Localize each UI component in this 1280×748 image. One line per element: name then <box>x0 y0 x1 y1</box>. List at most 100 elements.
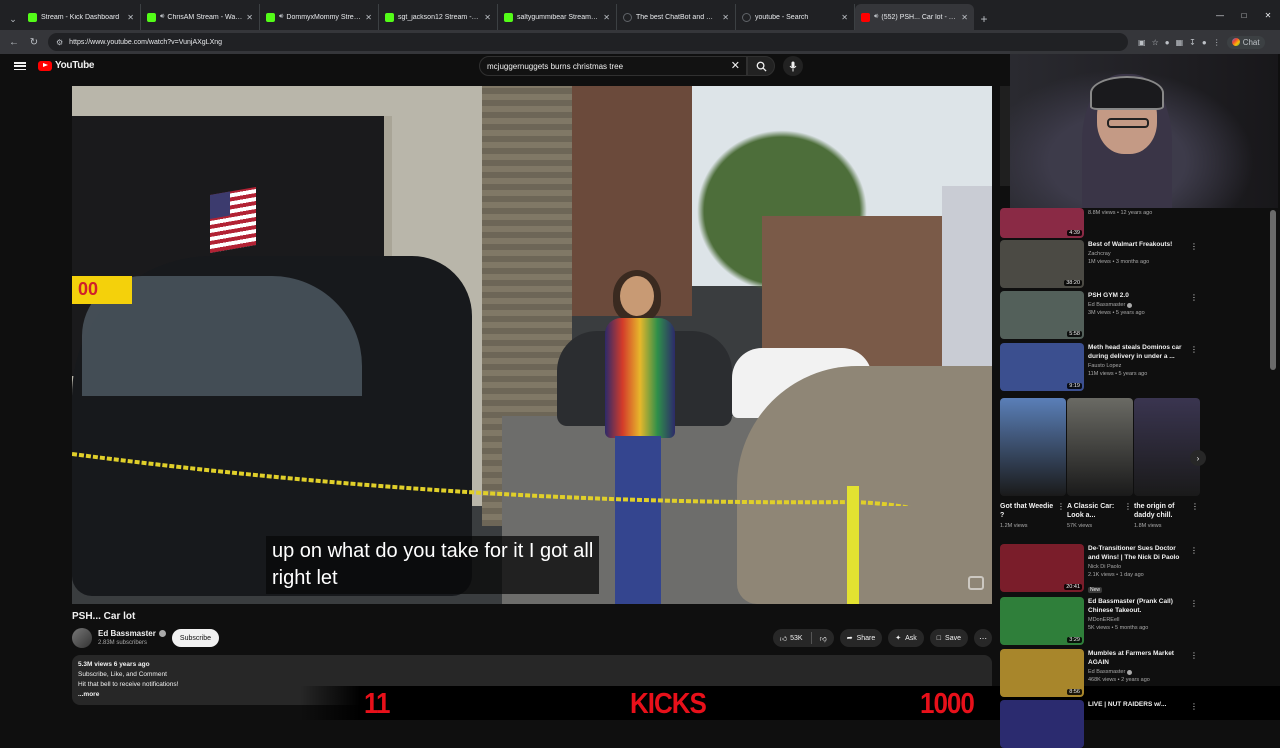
recommendation-item[interactable]: 4:39 8.8M views • 12 years ago <box>1000 208 1200 238</box>
video-thumbnail[interactable]: 8:56 <box>1000 649 1084 697</box>
channel-name-link[interactable]: Ed Bassmaster <box>98 629 166 638</box>
video-thumbnail[interactable]: 5:58 <box>1000 291 1084 339</box>
more-options-icon[interactable]: ⋮ <box>1190 345 1198 354</box>
close-tab-icon[interactable]: ✕ <box>484 13 491 22</box>
site-info-icon[interactable]: ⚙ <box>56 38 63 47</box>
channel-watermark-icon[interactable] <box>968 576 984 590</box>
browser-tab[interactable]: saltygummibear Stream - Watch Li... ✕ <box>498 4 617 30</box>
maximize-icon[interactable]: □ <box>1232 0 1256 30</box>
recommendation-item[interactable]: 5:58 PSH GYM 2.0 Ed Bassmaster 3M views • 5… <box>1000 291 1200 339</box>
recommendation-title[interactable]: Best of Walmart Freakouts! <box>1088 240 1186 249</box>
video-thumbnail[interactable]: 38:20 <box>1000 240 1084 288</box>
save-button[interactable]: □ Save <box>929 629 968 647</box>
profile-avatar-icon[interactable]: ● <box>1202 38 1207 47</box>
tab-search-icon[interactable]: ⌄ <box>4 8 22 30</box>
recommendation-channel[interactable]: Ed Bassmaster <box>1088 669 1125 675</box>
more-options-icon[interactable]: ⋮ <box>1190 599 1198 608</box>
short-more-icon[interactable]: ⋮ <box>1124 502 1132 511</box>
more-options-icon[interactable]: ⋮ <box>1190 242 1198 251</box>
video-thumbnail[interactable] <box>1000 700 1084 748</box>
page-scrollbar[interactable] <box>1270 210 1276 370</box>
browser-tab[interactable]: 🔊︎ChrisAM Stream - Watch Live ✕ <box>141 4 260 30</box>
youtube-logo[interactable]: YouTube <box>38 60 95 71</box>
close-tab-icon[interactable]: ✕ <box>722 13 729 22</box>
speaker-icon[interactable]: 🔊︎ <box>874 13 878 21</box>
extension-icon[interactable]: ● <box>1165 38 1170 47</box>
new-tab-button[interactable]: + <box>974 8 994 30</box>
browser-tab[interactable]: Stream - Kick Dashboard ✕ <box>22 4 141 30</box>
browser-tab[interactable]: sgt_jackson12 Stream - Watch ✕ <box>379 4 498 30</box>
browser-tab[interactable]: youtube - Search ✕ <box>736 4 855 30</box>
close-tab-icon[interactable]: ✕ <box>603 13 610 22</box>
short-more-icon[interactable]: ⋮ <box>1057 502 1065 511</box>
more-options-icon[interactable]: ⋮ <box>1190 293 1198 302</box>
subscribe-button[interactable]: Subscribe <box>172 629 219 647</box>
menu-icon[interactable] <box>14 60 26 72</box>
minimize-icon[interactable]: — <box>1208 0 1232 30</box>
recommendation-channel[interactable]: MDonEREell <box>1088 617 1119 623</box>
voice-search-button[interactable] <box>783 56 803 76</box>
video-thumbnail[interactable]: 4:39 <box>1000 208 1084 238</box>
clear-search-icon[interactable]: ✕ <box>731 59 740 72</box>
close-tab-icon[interactable]: ✕ <box>127 13 134 22</box>
channel-avatar[interactable] <box>72 628 92 648</box>
recommendation-channel[interactable]: Fausto Lopez <box>1088 363 1121 369</box>
shorts-next-arrow-icon[interactable]: › <box>1190 450 1206 466</box>
download-icon[interactable]: ↧ <box>1189 38 1196 47</box>
close-tab-icon[interactable]: ✕ <box>365 13 372 22</box>
recommendation-channel[interactable]: Zachcray <box>1088 251 1111 257</box>
close-window-icon[interactable]: ✕ <box>1256 0 1280 30</box>
more-options-icon[interactable]: ⋮ <box>1190 651 1198 660</box>
short-thumbnail[interactable] <box>1134 398 1200 496</box>
recommendation-title[interactable]: De-Transitioner Sues Doctor and Wins! | … <box>1088 544 1186 562</box>
browser-tab[interactable]: The best ChatBot and Widgets for...✕ <box>617 4 736 30</box>
video-thumbnail[interactable]: 20:41 <box>1000 544 1084 592</box>
browser-tab[interactable]: 🔊︎DommyxMommy Stream - W...✕ <box>260 4 379 30</box>
thumbs-down-icon[interactable]: 👎︎ <box>820 634 827 643</box>
video-thumbnail[interactable]: 9:19 <box>1000 343 1084 391</box>
close-tab-icon[interactable]: ✕ <box>961 13 968 22</box>
address-bar[interactable]: ⚙ https://www.youtube.com/watch?v=VunjAX… <box>48 33 1128 51</box>
chat-button[interactable]: Chat <box>1226 35 1265 49</box>
recommendation-title[interactable]: LIVE | NUT RAIDERS w/... <box>1088 700 1186 709</box>
short-title[interactable]: Got that Weedie ? <box>1000 502 1054 520</box>
search-input[interactable]: mcjuggernuggets burns christmas tree ✕ <box>479 56 747 76</box>
bookmark-star-icon[interactable]: ☆ <box>1152 38 1159 47</box>
recommendation-item[interactable]: 8:56 Mumbles at Farmers Market AGAIN Ed Ba… <box>1000 649 1200 697</box>
short-thumbnail[interactable] <box>1067 398 1133 496</box>
recommendation-item[interactable]: 3:29 Ed Bassmaster (Prank Call) Chinese T… <box>1000 597 1200 645</box>
more-options-icon[interactable]: ⋮ <box>1190 546 1198 555</box>
reload-icon[interactable]: ↻ <box>24 32 44 52</box>
search-button[interactable] <box>747 56 775 76</box>
more-actions-icon[interactable]: ⋯ <box>974 629 992 647</box>
puzzle-icon[interactable]: ▦ <box>1176 38 1184 47</box>
close-tab-icon[interactable]: ✕ <box>246 13 253 22</box>
speaker-icon[interactable]: 🔊︎ <box>160 13 164 21</box>
short-thumbnail[interactable] <box>1000 398 1066 496</box>
like-button[interactable]: 👍︎ 53K <box>780 634 803 643</box>
recommendation-title[interactable]: Meth head steals Dominos car during deli… <box>1088 343 1186 361</box>
install-icon[interactable]: ▣ <box>1138 38 1146 47</box>
recommendation-item[interactable]: 9:19 Meth head steals Dominos car during … <box>1000 343 1200 391</box>
close-tab-icon[interactable]: ✕ <box>841 13 848 22</box>
more-options-icon[interactable]: ⋮ <box>1190 702 1198 711</box>
short-title[interactable]: the origin of daddy chill. <box>1134 502 1188 520</box>
recommendation-title[interactable]: PSH GYM 2.0 <box>1088 291 1186 300</box>
recommendation-item[interactable]: 20:41 De-Transitioner Sues Doctor and Win… <box>1000 544 1200 593</box>
recommendation-title[interactable]: Mumbles at Farmers Market AGAIN <box>1088 649 1186 667</box>
speaker-icon[interactable]: 🔊︎ <box>279 13 283 21</box>
video-player[interactable]: 00 up on what do you take for it I got a… <box>72 86 992 604</box>
browser-menu-icon[interactable]: ⋮ <box>1213 38 1221 47</box>
browser-tab[interactable]: 🔊︎(552) PSH... Car lot - YouTube ✕ <box>855 4 974 30</box>
video-thumbnail[interactable]: 3:29 <box>1000 597 1084 645</box>
recommendation-channel[interactable]: Nick Di Paolo <box>1088 564 1121 570</box>
short-title[interactable]: A Classic Car: Look a... <box>1067 502 1121 520</box>
back-arrow-icon[interactable]: ← <box>4 32 24 52</box>
recommendation-item[interactable]: 38:20 Best of Walmart Freakouts! Zachcray 1… <box>1000 240 1200 288</box>
recommendation-title[interactable]: Ed Bassmaster (Prank Call) Chinese Takeo… <box>1088 597 1186 615</box>
ask-button[interactable]: ✦ Ask <box>888 629 924 647</box>
recommendation-item[interactable]: LIVE | NUT RAIDERS w/... ⋮ <box>1000 700 1200 748</box>
short-more-icon[interactable]: ⋮ <box>1191 502 1199 511</box>
recommendation-channel[interactable]: Ed Bassmaster <box>1088 302 1125 308</box>
share-button[interactable]: ➦ Share <box>839 629 883 647</box>
